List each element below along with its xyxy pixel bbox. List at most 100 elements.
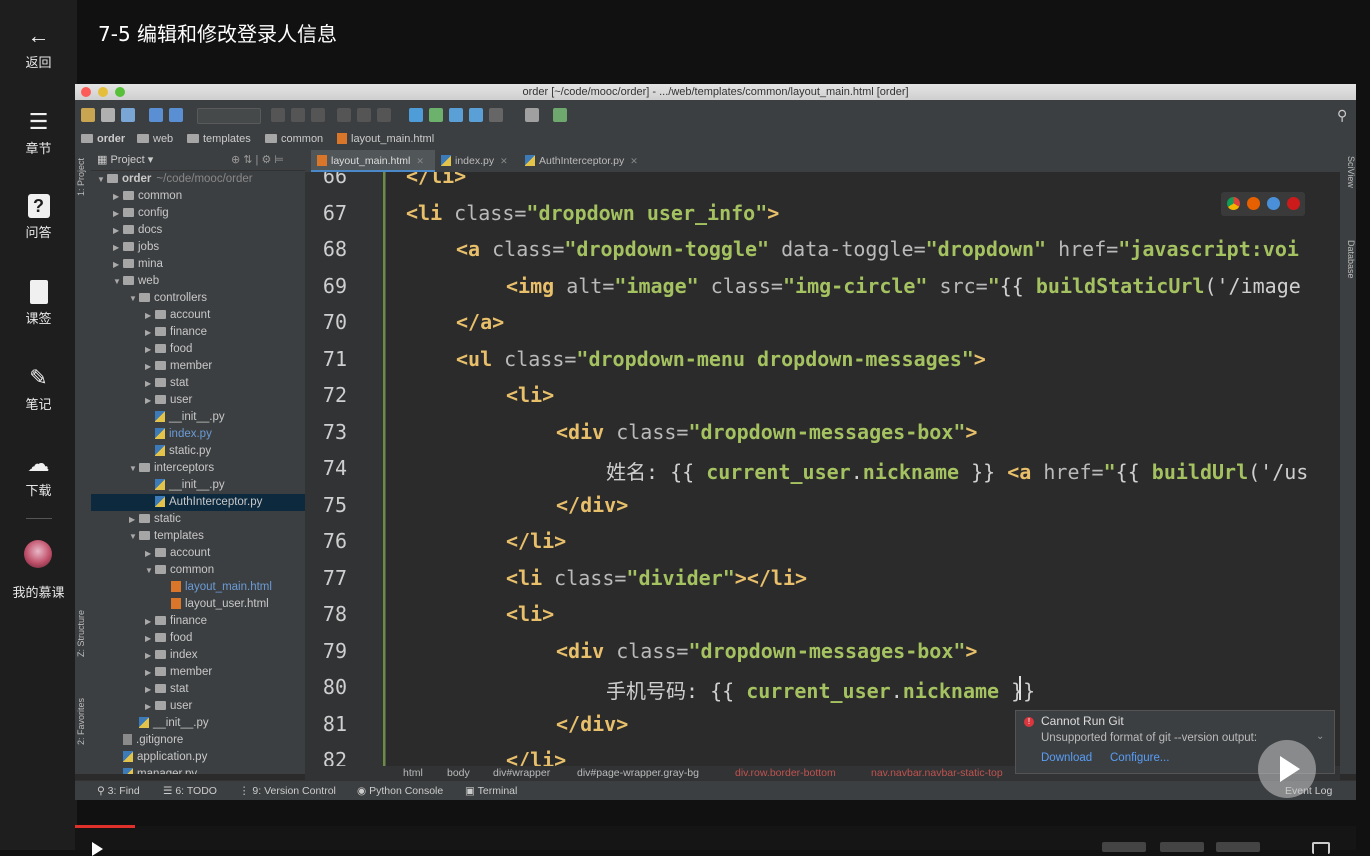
project-tool-tab[interactable]: 1: Project [76, 158, 90, 196]
tree-item[interactable]: ▼ controllers [91, 290, 305, 307]
database-tool-tab[interactable]: Database [1342, 240, 1356, 279]
chevron-right-icon[interactable]: ▶ [113, 256, 123, 273]
close-tab-icon[interactable]: ✕ [500, 156, 508, 166]
maximize-window-icon[interactable] [115, 87, 125, 97]
tree-item[interactable]: ▼ web [91, 273, 305, 290]
tag-path-item[interactable]: nav.navbar.navbar-static-top [871, 766, 1003, 780]
chevron-right-icon[interactable]: ▶ [113, 188, 123, 205]
breadcrumb-web[interactable]: web [137, 133, 173, 145]
close-tab-icon[interactable]: ✕ [630, 156, 638, 166]
find-tool-button[interactable]: ⚲ 3: Find [97, 781, 140, 800]
player-play-icon[interactable] [92, 842, 103, 856]
terminal-button[interactable]: ▣ Terminal [465, 781, 517, 800]
sciview-tool-tab[interactable]: SciView [1342, 156, 1356, 188]
structure-tool-tab[interactable]: Z: Structure [76, 610, 90, 657]
chevron-down-icon[interactable]: ▼ [129, 290, 139, 307]
search-icon[interactable]: ⚲ [1337, 108, 1351, 122]
tab-layout-main[interactable]: layout_main.html ✕ [311, 150, 435, 172]
tree-item[interactable]: manager.py [91, 766, 305, 774]
tree-item[interactable]: ▶ finance [91, 613, 305, 630]
project-structure-icon[interactable] [553, 108, 567, 122]
play-button[interactable] [1258, 740, 1316, 798]
breadcrumb-file[interactable]: layout_main.html [337, 133, 434, 145]
close-tab-icon[interactable]: ✕ [416, 156, 424, 166]
tree-item[interactable]: AuthInterceptor.py [91, 494, 305, 511]
chevron-right-icon[interactable]: ▶ [129, 511, 139, 528]
tree-item[interactable]: ▶ account [91, 307, 305, 324]
chevron-down-icon[interactable]: ▼ [129, 460, 139, 477]
tree-item[interactable]: ▶ member [91, 664, 305, 681]
chevron-down-icon[interactable]: ▼ [145, 562, 155, 579]
chevron-right-icon[interactable]: ▶ [145, 681, 155, 698]
code-editor[interactable]: </li> <li class="dropdown user_info"> <a c… [386, 172, 1340, 766]
breadcrumb-order[interactable]: order [81, 133, 125, 145]
favorites-tool-tab[interactable]: 2: Favorites [76, 698, 90, 745]
chevron-down-icon[interactable]: ▼ [129, 528, 139, 545]
download-link[interactable]: Download [1041, 752, 1092, 764]
speed-button[interactable] [1102, 842, 1146, 852]
vcs-history-icon[interactable] [469, 108, 483, 122]
chevron-right-icon[interactable]: ▶ [145, 545, 155, 562]
chevron-right-icon[interactable]: ▶ [145, 630, 155, 647]
lessons-button[interactable]: 课签 [0, 280, 77, 327]
video-progress[interactable] [75, 825, 135, 828]
tag-path-item[interactable]: div#wrapper [493, 766, 550, 780]
tree-item[interactable]: ▶ mina [91, 256, 305, 273]
chevron-right-icon[interactable]: ▶ [145, 392, 155, 409]
tree-item[interactable]: index.py [91, 426, 305, 443]
tree-item[interactable]: ▶ docs [91, 222, 305, 239]
quality-button[interactable] [1160, 842, 1204, 852]
tree-item[interactable]: ▶ account [91, 545, 305, 562]
stop-icon[interactable] [377, 108, 391, 122]
tree-item[interactable]: layout_main.html [91, 579, 305, 596]
tree-item[interactable]: .gitignore [91, 732, 305, 749]
download-button[interactable]: ☁ 下载 [0, 452, 77, 499]
chevron-right-icon[interactable]: ▶ [145, 341, 155, 358]
vcs-update-icon[interactable] [409, 108, 423, 122]
configure-link[interactable]: Configure... [1110, 752, 1169, 764]
tree-item[interactable]: __init__.py [91, 715, 305, 732]
tree-item[interactable]: ▶ static [91, 511, 305, 528]
tree-item[interactable]: ▶ member [91, 358, 305, 375]
minimize-window-icon[interactable] [98, 87, 108, 97]
tag-path-item[interactable]: div.row.border-bottom [735, 766, 836, 780]
chevron-right-icon[interactable]: ▶ [113, 205, 123, 222]
breadcrumb-common[interactable]: common [265, 133, 323, 145]
tag-path-item[interactable]: html [403, 766, 423, 780]
python-console-button[interactable]: ◉ Python Console [357, 781, 443, 800]
firefox-icon[interactable] [1247, 197, 1260, 210]
chevron-right-icon[interactable]: ▶ [113, 222, 123, 239]
safari-icon[interactable] [1267, 197, 1280, 210]
breadcrumb-templates[interactable]: templates [187, 133, 251, 145]
panel-options-icon[interactable]: ⊕ ⇅ | ⚙ ⊨ [231, 153, 284, 166]
qa-button[interactable]: ? 问答 [0, 194, 77, 241]
chevron-right-icon[interactable]: ▶ [145, 647, 155, 664]
close-window-icon[interactable] [81, 87, 91, 97]
chevron-right-icon[interactable]: ▶ [145, 358, 155, 375]
tab-auth-interceptor[interactable]: AuthInterceptor.py ✕ [519, 150, 655, 172]
vcs-commit-icon[interactable] [429, 108, 443, 122]
fullscreen-icon[interactable] [1312, 842, 1330, 854]
tree-item[interactable]: ▶ food [91, 341, 305, 358]
tree-item[interactable]: ▶ config [91, 205, 305, 222]
chevron-right-icon[interactable]: ▶ [145, 698, 155, 715]
revert-icon[interactable] [489, 108, 503, 122]
tree-item[interactable]: application.py [91, 749, 305, 766]
tree-item[interactable]: ▶ food [91, 630, 305, 647]
sync-icon[interactable] [121, 108, 135, 122]
forward-icon[interactable] [169, 108, 183, 122]
tree-item[interactable]: __init__.py [91, 477, 305, 494]
run-config-select[interactable] [197, 108, 261, 124]
tree-item[interactable]: ▶ user [91, 698, 305, 715]
project-view-select[interactable]: ▦ Project ▾ [97, 153, 153, 166]
chevron-down-icon[interactable]: ⌄ [1316, 731, 1324, 742]
tree-item[interactable]: ▼ interceptors [91, 460, 305, 477]
tree-item[interactable]: ▶ jobs [91, 239, 305, 256]
settings-icon[interactable] [525, 108, 539, 122]
tag-path-item[interactable]: body [447, 766, 470, 780]
chevron-right-icon[interactable]: ▶ [113, 239, 123, 256]
my-courses-button[interactable]: 我的慕课 [0, 582, 77, 601]
line-button[interactable] [1216, 842, 1260, 852]
tree-item[interactable]: ▶ finance [91, 324, 305, 341]
tree-item[interactable]: __init__.py [91, 409, 305, 426]
